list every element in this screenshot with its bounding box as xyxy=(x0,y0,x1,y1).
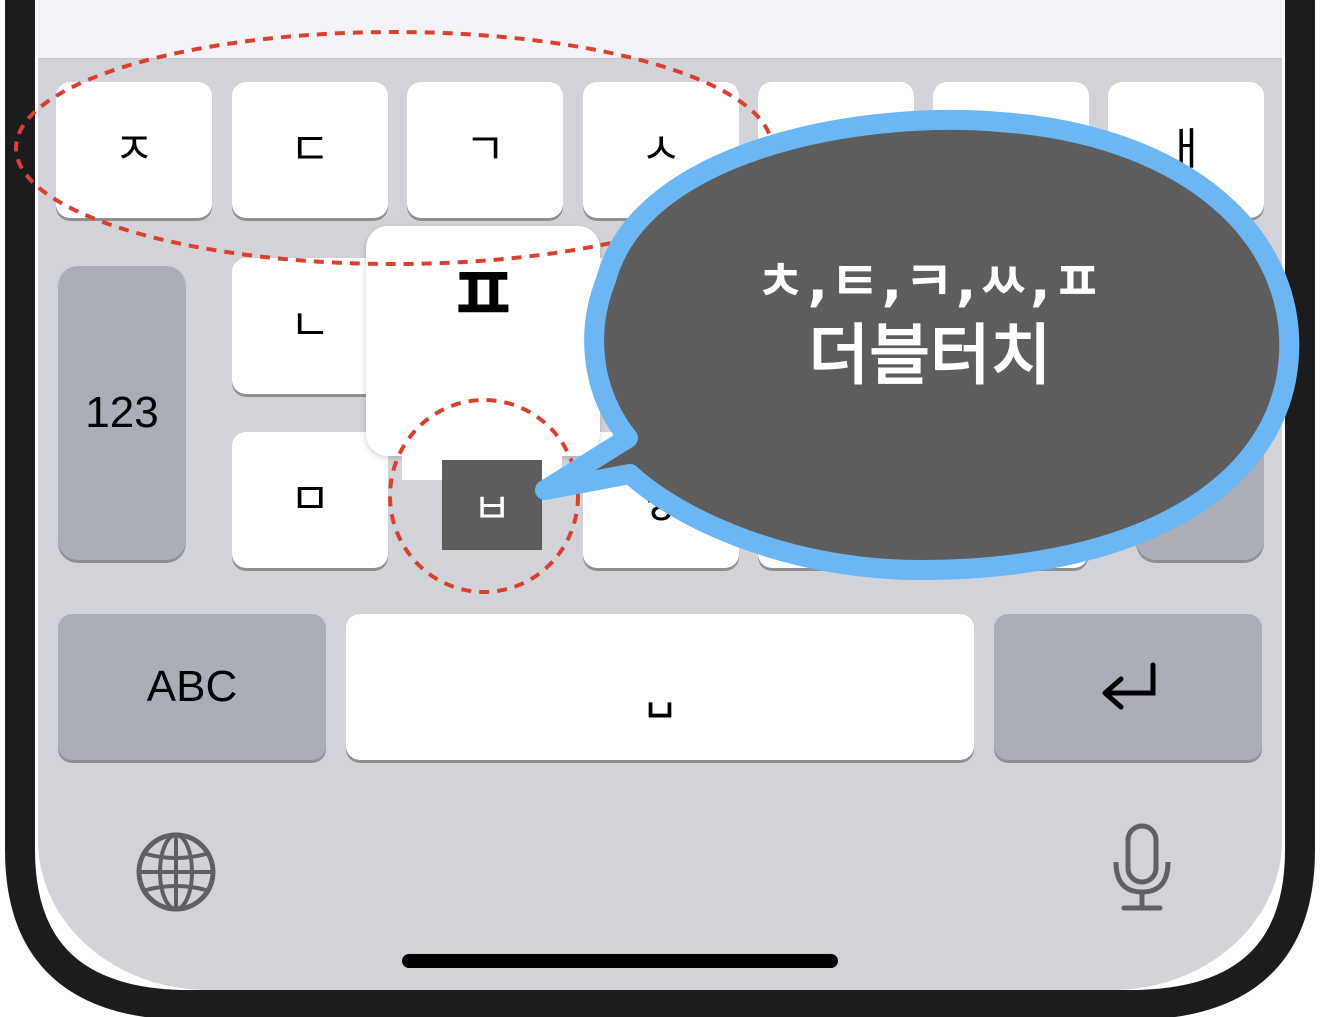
key-jieut[interactable]: ㅈ xyxy=(56,82,212,218)
key-row3-hidden[interactable] xyxy=(758,432,1088,568)
key-label: ㄱ xyxy=(464,124,506,175)
pressed-key-label: ㅂ xyxy=(472,483,512,533)
key-nieun[interactable]: ㄴ xyxy=(232,258,388,394)
callout-text: ㅊ,ㅌ,ㅋ,ㅆ,ㅍ 더블터치 xyxy=(620,250,1240,397)
key-label: ㅐ xyxy=(1165,124,1207,175)
return-icon xyxy=(1102,662,1156,710)
abc-key[interactable]: ABC xyxy=(58,614,326,760)
numbers-key-label: 123 xyxy=(85,388,159,437)
key-label: ㅛ xyxy=(815,124,857,175)
microphone-icon[interactable] xyxy=(1110,822,1174,914)
key-digeut[interactable]: ㄷ xyxy=(232,82,388,218)
numbers-key[interactable]: 123 xyxy=(58,266,186,560)
key-giyeok[interactable]: ㄱ xyxy=(407,82,563,218)
key-label: ㅈ xyxy=(113,124,155,175)
keyboard-screen: ㅈ ㄷ ㄱ ㅅ ㅛ ㅕ ㅐ 123 ㄴ ㅁ ㅎ ABC ␣ xyxy=(38,0,1282,990)
callout-double-touch: 더블터치 xyxy=(808,316,1052,394)
key-ae[interactable]: ㅐ xyxy=(1108,82,1264,218)
globe-icon[interactable] xyxy=(134,830,218,914)
home-indicator xyxy=(402,954,838,968)
key-yeo[interactable]: ㅕ xyxy=(933,82,1089,218)
abc-key-label: ABC xyxy=(146,662,238,711)
space-key[interactable]: ␣ xyxy=(346,614,974,760)
key-yo[interactable]: ㅛ xyxy=(758,82,914,218)
text-input-area[interactable] xyxy=(38,0,1282,59)
key-label: ㄴ xyxy=(289,300,331,351)
key-hieut[interactable]: ㅎ xyxy=(583,432,739,568)
pressed-key-bieup[interactable]: ㅂ xyxy=(442,460,542,550)
key-label: ㅅ xyxy=(640,124,682,175)
key-label: ㅎ xyxy=(640,484,682,535)
key-label: ㅕ xyxy=(990,124,1032,175)
space-key-label: ␣ xyxy=(645,664,675,718)
callout-consonant-list: ㅊ,ㅌ,ㅋ,ㅆ,ㅍ xyxy=(755,250,1105,313)
key-label: ㄷ xyxy=(289,124,331,175)
key-mieum[interactable]: ㅁ xyxy=(232,432,388,568)
return-key[interactable] xyxy=(994,614,1262,760)
key-siot[interactable]: ㅅ xyxy=(583,82,739,218)
popup-character: ㅍ xyxy=(447,250,519,340)
key-label: ㅁ xyxy=(289,474,331,525)
